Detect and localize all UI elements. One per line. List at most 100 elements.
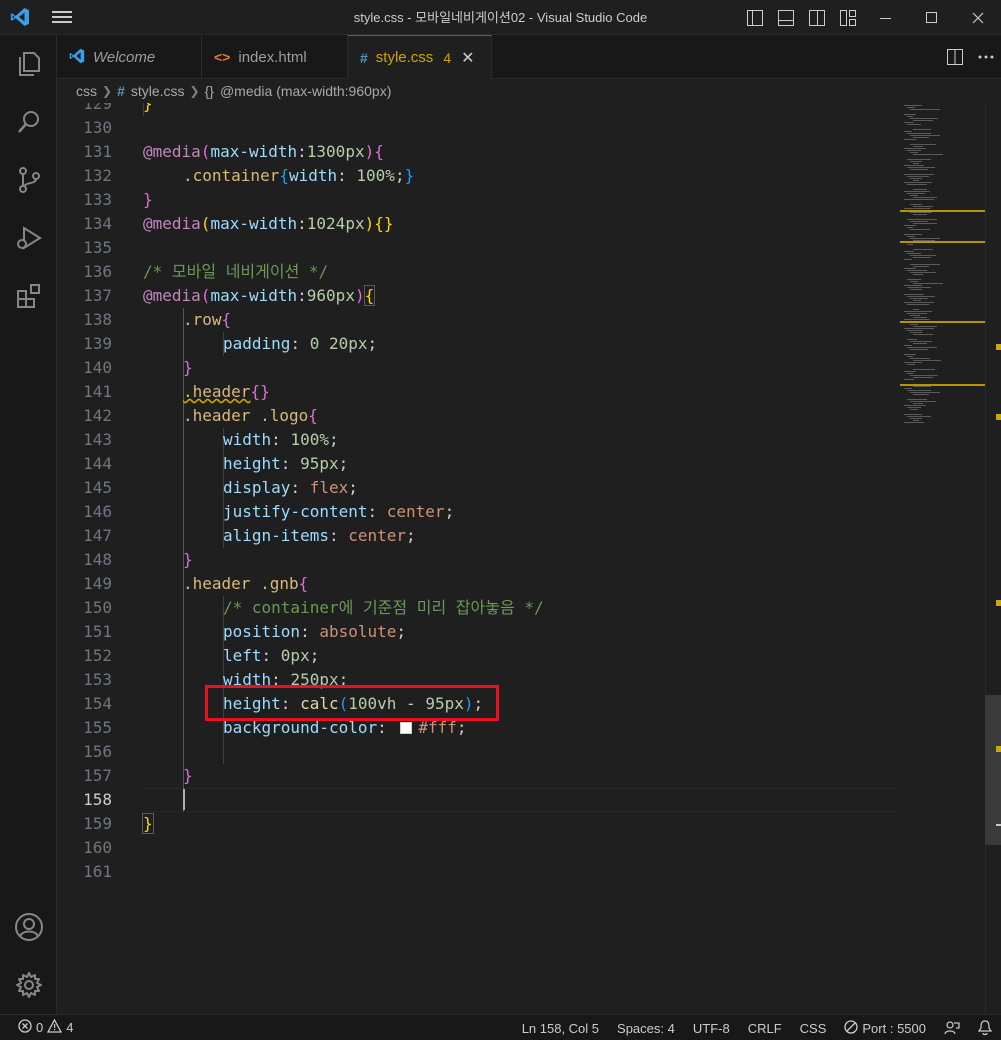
status-bar: 0 4 Ln 158, Col 5 Spaces: 4 UTF-8 CRLF C…	[0, 1014, 1001, 1040]
minimap-line	[910, 152, 918, 153]
code-line-149: .header .gnb{	[183, 574, 309, 593]
minimap-line	[904, 131, 912, 132]
extensions-icon[interactable]	[0, 267, 57, 325]
minimap-line	[904, 234, 922, 235]
breadcrumb-folder[interactable]: css	[76, 83, 97, 99]
cursor-position[interactable]: Ln 158, Col 5	[513, 1015, 608, 1040]
scrollbar-warning-marker	[996, 600, 1001, 606]
code-line-131: @media(max-width:1300px){	[143, 142, 384, 161]
html-icon: <>	[214, 49, 231, 65]
minimap-line	[913, 283, 943, 284]
code-line-152: left: 0px;	[223, 646, 320, 665]
minimap-line	[913, 394, 929, 395]
problems-count-badge: 4	[443, 49, 452, 66]
minimap-line	[904, 422, 924, 423]
minimap-line	[910, 349, 928, 350]
minimap-line	[913, 300, 921, 301]
run-debug-icon[interactable]	[0, 209, 57, 267]
minimap-line	[907, 184, 927, 185]
minimap[interactable]	[900, 103, 985, 1014]
code-comment-line-136: /* 모바일 네비게이션 */	[143, 262, 329, 281]
code-line-143: width: 100%;	[223, 430, 339, 449]
minimap-line	[913, 206, 933, 207]
indentation[interactable]: Spaces: 4	[608, 1015, 684, 1040]
minimap-line	[904, 139, 916, 140]
color-swatch[interactable]	[400, 722, 413, 734]
maximize-button[interactable]	[909, 0, 955, 35]
toggle-secondary-sidebar-icon[interactable]	[801, 0, 832, 35]
minimap-line	[904, 414, 922, 415]
minimap-line	[913, 129, 931, 130]
tab-style-css[interactable]: # style.css 4 ✕	[348, 35, 492, 79]
close-window-button[interactable]	[955, 0, 1001, 35]
minimap-line	[910, 255, 936, 256]
code-line-132: .container{width: 100%;}	[183, 166, 415, 185]
toggle-panel-icon[interactable]	[770, 0, 801, 35]
minimap-line	[907, 193, 925, 194]
code-line-140: }	[183, 358, 193, 377]
minimap-line	[907, 124, 921, 125]
minimap-line	[913, 257, 931, 258]
tab-welcome[interactable]: Welcome	[57, 35, 202, 79]
code-line-147: align-items: center;	[223, 526, 416, 545]
source-control-icon[interactable]	[0, 151, 57, 209]
minimap-line	[907, 313, 927, 314]
settings-gear-icon[interactable]	[0, 956, 57, 1014]
live-server-status[interactable]: Port : 5500	[835, 1015, 935, 1040]
breadcrumb-symbol[interactable]: @media (max-width:960px)	[220, 83, 391, 99]
minimap-line	[913, 386, 931, 387]
end-of-line[interactable]: CRLF	[739, 1015, 791, 1040]
minimap-warning-highlight	[900, 321, 985, 323]
minimap-line	[913, 180, 919, 181]
file-encoding[interactable]: UTF-8	[684, 1015, 739, 1040]
minimap-line	[910, 392, 940, 393]
no-entry-icon	[844, 1019, 859, 1037]
minimap-line	[907, 236, 915, 237]
breadcrumb-file[interactable]: style.css	[131, 83, 185, 99]
minimap-line	[904, 328, 934, 329]
menu-hamburger-icon[interactable]	[40, 0, 84, 35]
toggle-primary-sidebar-icon[interactable]	[739, 0, 770, 35]
search-icon[interactable]	[0, 93, 57, 151]
editor-tab-bar: Welcome <> index.html # style.css 4 ✕	[57, 35, 1001, 79]
minimap-line	[910, 221, 928, 222]
code-brace: }	[143, 103, 153, 113]
tab-index-html[interactable]: <> index.html	[202, 35, 348, 79]
minimap-line	[904, 354, 916, 355]
minimap-line	[913, 120, 933, 121]
scrollbar-thumb[interactable]	[985, 695, 1001, 845]
close-tab-icon[interactable]: ✕	[461, 48, 474, 68]
more-actions-icon[interactable]	[970, 35, 1001, 79]
title-bar: style.css - 모바일네비게이션02 - Visual Studio C…	[0, 0, 1001, 35]
notifications-bell-icon[interactable]	[969, 1015, 1001, 1040]
split-editor-icon[interactable]	[939, 35, 970, 79]
minimap-line	[910, 315, 920, 316]
accounts-icon[interactable]	[0, 898, 57, 956]
minimap-line	[910, 195, 918, 196]
vscode-logo-icon	[69, 48, 85, 67]
minimap-line	[904, 105, 922, 106]
minimap-line	[913, 163, 919, 164]
minimap-line	[907, 159, 931, 160]
language-mode[interactable]: CSS	[791, 1015, 836, 1040]
minimap-line	[910, 169, 928, 170]
minimap-line	[910, 238, 940, 239]
problems-indicator[interactable]: 0 4	[0, 1018, 73, 1036]
customize-layout-icon[interactable]	[832, 0, 863, 35]
code-line-151: position: absolute;	[223, 622, 407, 641]
vertical-scrollbar[interactable]	[985, 103, 1001, 1014]
feedback-icon[interactable]	[935, 1015, 969, 1040]
code-editor[interactable]: 129 130 131 132 133 134 135 136 137 138 139 140 141 1…	[57, 103, 1001, 1014]
scrollbar-warning-marker	[996, 414, 1001, 420]
scrollbar-warning-marker	[996, 746, 1001, 752]
minimap-line	[904, 225, 916, 226]
line-number: 135	[83, 238, 112, 257]
minimize-button[interactable]	[863, 0, 909, 35]
minimap-line	[907, 167, 935, 168]
line-number: 156	[83, 742, 112, 761]
minimap-line	[913, 197, 937, 198]
explorer-icon[interactable]	[0, 35, 57, 93]
minimap-line	[910, 118, 938, 119]
vscode-logo-icon	[0, 0, 40, 35]
minimap-warning-highlight	[900, 384, 985, 386]
